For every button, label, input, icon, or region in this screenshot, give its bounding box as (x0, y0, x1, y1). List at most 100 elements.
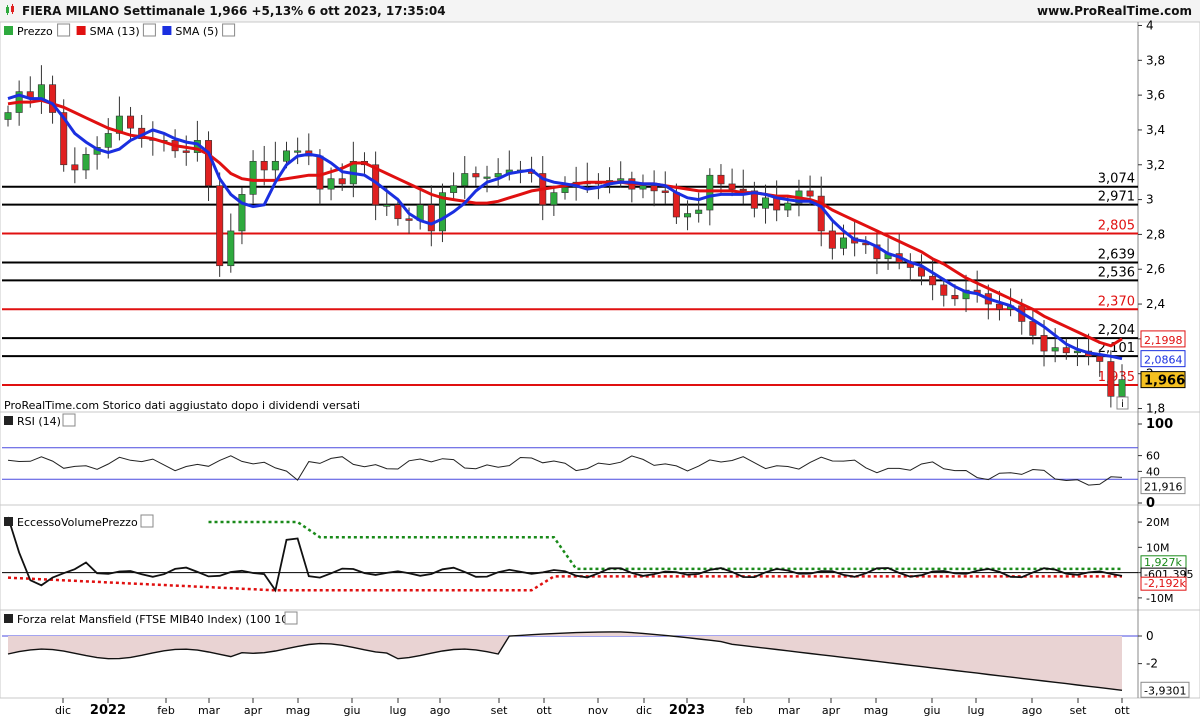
price-tick-label: 3,2 (1146, 158, 1165, 172)
candle-body (472, 173, 480, 178)
candle-body (227, 230, 235, 267)
x-tick-label: feb (735, 704, 753, 717)
candle-body (82, 154, 90, 171)
x-tick-label: set (491, 704, 508, 717)
x-tick-label: mar (198, 704, 220, 717)
candle-body (951, 295, 959, 300)
candle-body (249, 160, 257, 195)
candle-body (216, 185, 224, 267)
panel-frame-1 (0, 411, 1200, 506)
price-tick-label: 2,4 (1146, 297, 1165, 311)
candle-body (394, 204, 402, 220)
mansfield-tick-label: -2 (1146, 657, 1158, 671)
candle-body (405, 218, 413, 221)
mansfield-tick-label: 0 (1146, 629, 1154, 643)
candle-body (695, 209, 703, 214)
wrench-icon[interactable] (62, 413, 76, 427)
x-tick-label: mag (286, 704, 310, 717)
chart-canvas[interactable]: 43,83,63,43,232,82,62,42,221,83,0742,971… (0, 0, 1200, 720)
candle-body (271, 160, 279, 171)
x-tick-label: dic (636, 704, 652, 717)
wrench-icon[interactable] (142, 23, 156, 37)
candle-body (461, 173, 469, 186)
candle-body (383, 204, 391, 207)
candle-body (717, 174, 725, 185)
candle-body (728, 183, 736, 190)
wrench-icon[interactable] (57, 23, 71, 37)
level-label-5: 2,370 (1098, 294, 1135, 309)
candle-body (561, 187, 569, 193)
legend-swatch-1 (76, 26, 86, 35)
x-tick-label: ott (536, 704, 552, 717)
candle-body (706, 174, 714, 211)
candle-body (1040, 335, 1048, 352)
candle-body (127, 115, 135, 129)
legend-label-0: Prezzo (17, 25, 53, 38)
level-label-6: 2,204 (1098, 323, 1135, 338)
price-badge-label-0: 2,1998 (1144, 334, 1183, 347)
evp-badge-label-2: -2,192k (1144, 577, 1186, 590)
candle-body (762, 197, 770, 209)
candle-body (806, 190, 814, 197)
price-tick-label: 2,8 (1146, 227, 1165, 241)
candle-body (839, 237, 847, 249)
candle-body (427, 204, 435, 232)
candle-body (294, 150, 302, 153)
wrench-icon[interactable] (284, 611, 298, 625)
candle-body (182, 150, 190, 153)
panel-frame-2 (0, 504, 1200, 611)
mansfield-swatch (4, 614, 13, 623)
x-tick-label: nov (588, 704, 609, 717)
evp-badge-label-0: 1,927k (1144, 556, 1182, 569)
price-tick-label: 2,6 (1146, 262, 1165, 276)
candle-body (37, 84, 45, 99)
legend-label-2: SMA (5) (175, 25, 218, 38)
chart-window: FIERA MILANO Settimanale 1,966 +5,13% 6 … (0, 0, 1200, 720)
info-icon-glyph: i (1121, 399, 1124, 410)
x-tick-label: giu (923, 704, 940, 717)
legend-label-1: SMA (13) (90, 25, 140, 38)
candle-body (327, 178, 335, 190)
panel-frame-0 (0, 21, 1200, 413)
candle-body (784, 202, 792, 211)
x-tick-label: mag (864, 704, 888, 717)
mansfield-legend-label: Forza relat Mansfield (FTSE MIB40 Index)… (17, 613, 293, 626)
candle-body (940, 284, 948, 296)
candle-body (929, 275, 937, 286)
wrench-icon[interactable] (140, 514, 154, 528)
evp-tick-label: 20M (1146, 516, 1170, 529)
x-tick-label: apr (244, 704, 263, 717)
rsi-tick-label: 0 (1146, 496, 1155, 511)
candle-body (672, 192, 680, 218)
candle-body (71, 164, 79, 171)
rsi-tick-label: 100 (1146, 417, 1173, 432)
candle-body (450, 185, 458, 193)
candle-body (104, 133, 112, 148)
level-label-2: 2,805 (1098, 219, 1135, 234)
evp-legend-label: EccessoVolumePrezzo (17, 516, 138, 529)
candle-body (1096, 355, 1104, 362)
candle-body (1062, 347, 1070, 354)
evp-swatch (4, 517, 13, 526)
candle-body (1029, 321, 1037, 336)
x-tick-label: feb (157, 704, 175, 717)
x-tick-label: giu (343, 704, 360, 717)
wrench-icon[interactable] (222, 23, 236, 37)
rsi-swatch (4, 416, 13, 425)
x-tick-label: ago (1022, 704, 1043, 717)
level-label-1: 2,971 (1098, 190, 1135, 205)
evp-tick-label: 10M (1146, 541, 1170, 554)
rsi-tick-label: 40 (1146, 465, 1160, 478)
candle-body (205, 140, 213, 186)
candle-body (1051, 347, 1059, 352)
x-tick-label: 2022 (90, 703, 126, 718)
candle-body (739, 188, 747, 192)
x-tick-label: mar (778, 704, 800, 717)
candle-body (617, 178, 625, 181)
rsi-legend-label: RSI (14) (17, 415, 61, 428)
candle-body (260, 160, 268, 171)
candle-body (282, 150, 290, 162)
candle-body (639, 185, 647, 190)
x-tick-label: dic (55, 704, 71, 717)
legend-swatch-0 (4, 26, 13, 35)
